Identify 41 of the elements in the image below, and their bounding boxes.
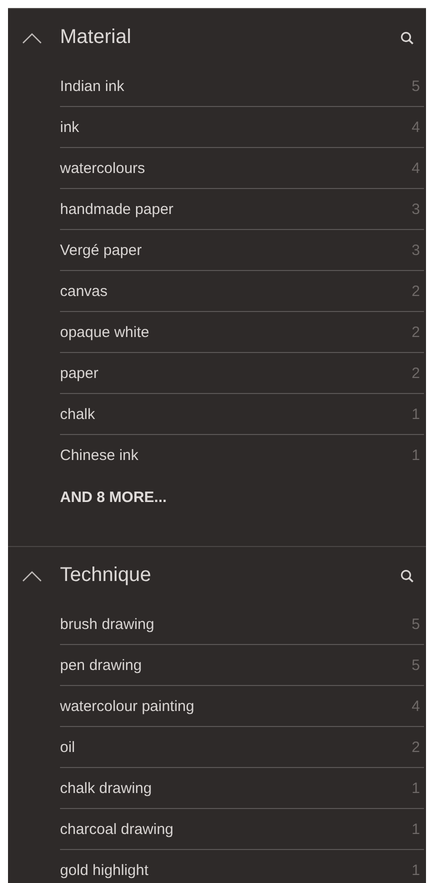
facet-label[interactable]: chalk drawing: [60, 780, 412, 796]
facet-count: 3: [412, 242, 421, 258]
facet-count: 5: [412, 616, 421, 632]
facet-label[interactable]: charcoal drawing: [60, 820, 412, 838]
facet-count: 5: [412, 78, 421, 94]
chevron-up-icon[interactable]: [22, 570, 42, 582]
facet-label[interactable]: chalk: [60, 406, 412, 422]
facet-label[interactable]: Vergé paper: [60, 242, 412, 258]
facet-label[interactable]: pen drawing: [60, 656, 412, 674]
facet-count: 2: [412, 738, 421, 756]
facet-count: 5: [412, 656, 421, 674]
facet-count: 2: [412, 364, 421, 382]
facet-label[interactable]: watercolours: [60, 160, 412, 176]
search-icon[interactable]: [400, 30, 414, 44]
section-title[interactable]: Material: [60, 26, 400, 49]
facet-count: 2: [412, 282, 421, 300]
facet-label[interactable]: paper: [60, 364, 412, 382]
facet-count: 2: [412, 324, 421, 340]
facet-label[interactable]: gold highlight: [60, 862, 412, 878]
facet-label[interactable]: handmade paper: [60, 200, 412, 218]
facet-count: 1: [412, 446, 421, 464]
search-icon[interactable]: [400, 568, 414, 582]
facet-count: 3: [412, 200, 421, 218]
facet-count: 1: [412, 406, 421, 422]
chevron-up-icon[interactable]: [22, 32, 42, 44]
show-more-link[interactable]: AND 8 MORE...: [60, 489, 426, 506]
facet-count: 4: [412, 160, 421, 176]
facet-label[interactable]: Chinese ink: [60, 446, 412, 464]
facet-count: 4: [412, 698, 421, 714]
section-title[interactable]: Technique: [60, 564, 400, 587]
facet-count: 1: [412, 820, 421, 838]
facet-count: 1: [412, 780, 421, 796]
facet-count: 4: [412, 118, 421, 136]
facet-label[interactable]: watercolour painting: [60, 698, 412, 714]
facet-label[interactable]: opaque white: [60, 324, 412, 340]
facet-label[interactable]: Indian ink: [60, 78, 412, 94]
facet-label[interactable]: brush drawing: [60, 616, 412, 632]
facet-count: 1: [412, 862, 421, 878]
facet-label[interactable]: canvas: [60, 282, 412, 300]
facet-label[interactable]: oil: [60, 738, 412, 756]
facet-label[interactable]: ink: [60, 118, 412, 136]
